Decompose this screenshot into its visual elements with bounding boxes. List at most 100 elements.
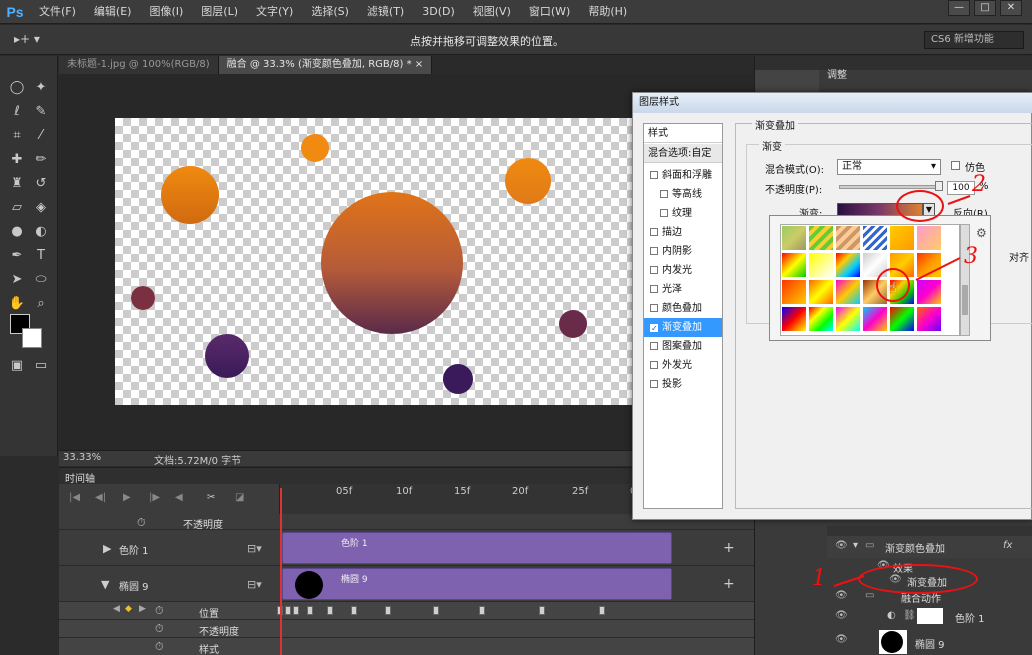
gradient-preset[interactable] <box>889 306 915 332</box>
gradient-preset[interactable] <box>916 306 942 332</box>
lasso-icon[interactable]: ℓ <box>6 102 28 122</box>
style-bevel-emboss[interactable]: 斜面和浮雕 <box>644 166 722 185</box>
keyframe[interactable] <box>599 606 605 615</box>
keyframe[interactable] <box>539 606 545 615</box>
checkbox-checked[interactable]: ✓ <box>650 324 658 333</box>
first-frame-icon[interactable]: |◀ <box>69 492 80 503</box>
tab-untitled[interactable]: 未标题-1.jpg @ 100%(RGB/8) <box>59 56 219 74</box>
gradient-preset[interactable] <box>916 225 942 251</box>
keyframe[interactable] <box>479 606 485 615</box>
gradient-preset[interactable] <box>862 225 888 251</box>
maximize-button[interactable]: □ <box>974 0 996 16</box>
next-frame-icon[interactable]: |▶ <box>149 492 160 503</box>
gradient-preset[interactable] <box>808 252 834 278</box>
keyframe[interactable] <box>351 606 357 615</box>
gear-icon[interactable]: ⚙ <box>976 226 987 240</box>
keyframe[interactable] <box>293 606 299 615</box>
pen-icon[interactable]: ✒ <box>6 246 28 266</box>
keyframe[interactable] <box>327 606 333 615</box>
menu-edit[interactable]: 编辑(E) <box>85 0 141 24</box>
menu-3d[interactable]: 3D(D) <box>413 0 464 24</box>
document-canvas[interactable] <box>115 118 695 405</box>
blur-icon[interactable]: ● <box>6 222 28 242</box>
layer-levels[interactable]: 👁 ◐ ⛓ 色阶 1 <box>827 606 1032 628</box>
bucket-icon[interactable]: ◈ <box>30 198 52 218</box>
checkbox[interactable] <box>660 190 668 198</box>
scissors-icon[interactable]: ✂ <box>207 492 215 503</box>
styles-header[interactable]: 样式 <box>644 124 722 143</box>
picker-scrollbar[interactable] <box>960 224 970 336</box>
checkbox[interactable] <box>660 209 668 217</box>
hand-icon[interactable]: ✋ <box>6 294 28 314</box>
gradient-preset[interactable] <box>781 306 807 332</box>
style-pattern-overlay[interactable]: 图案叠加 <box>644 337 722 356</box>
style-color-overlay[interactable]: 颜色叠加 <box>644 299 722 318</box>
move-tool-preset[interactable]: ▸+ ▾ <box>14 32 40 46</box>
keyframe[interactable] <box>385 606 391 615</box>
zoom-icon[interactable]: ⌕ <box>30 294 52 314</box>
blending-options[interactable]: 混合选项:自定 <box>644 144 722 163</box>
style-texture[interactable]: 纹理 <box>644 204 722 223</box>
ellipse-track[interactable]: 椭圆 9 <box>282 568 672 600</box>
keyframe[interactable] <box>307 606 313 615</box>
style-outer-glow[interactable]: 外发光 <box>644 356 722 375</box>
menu-type[interactable]: 文字(Y) <box>247 0 302 24</box>
film-icon[interactable]: ⊟▾ <box>247 542 262 555</box>
opacity-input[interactable]: 100 <box>947 181 975 195</box>
opacity-slider-knob[interactable] <box>935 181 943 191</box>
gradient-preset[interactable] <box>916 252 942 278</box>
playhead[interactable] <box>280 488 282 655</box>
visibility-eye-icon[interactable]: 👁 <box>835 634 848 645</box>
play-icon[interactable]: ▶ <box>123 492 131 503</box>
keyframe[interactable] <box>433 606 439 615</box>
gradient-preset[interactable] <box>916 279 942 305</box>
background-color[interactable] <box>22 328 42 348</box>
gradient-preset[interactable] <box>808 306 834 332</box>
gradient-preset[interactable] <box>889 225 915 251</box>
minimize-button[interactable]: — <box>948 0 970 16</box>
keyframe-icon[interactable]: ◆ <box>125 604 132 614</box>
transition-icon[interactable]: ◪ <box>235 492 244 503</box>
eraser-icon[interactable]: ▱ <box>6 198 28 218</box>
quick-select-icon[interactable]: ✎ <box>30 102 52 122</box>
menu-view[interactable]: 视图(V) <box>464 0 520 24</box>
checkbox[interactable] <box>650 266 658 274</box>
quick-mask-icon[interactable]: ▣ <box>6 356 28 376</box>
gradient-preset[interactable] <box>835 279 861 305</box>
style-inner-glow[interactable]: 内发光 <box>644 261 722 280</box>
close-button[interactable]: ✕ <box>1000 0 1022 16</box>
keyframe[interactable] <box>285 606 291 615</box>
gradient-preset[interactable] <box>862 306 888 332</box>
collapse-arrow-icon[interactable]: ▼ <box>101 578 109 591</box>
visibility-eye-icon[interactable]: 👁 <box>835 610 848 621</box>
audio-icon[interactable]: ◀ <box>175 492 183 503</box>
type-icon[interactable]: T <box>30 246 52 266</box>
style-drop-shadow[interactable]: 投影 <box>644 375 722 394</box>
checkbox[interactable] <box>650 380 658 388</box>
gradient-preset[interactable] <box>835 252 861 278</box>
next-keyframe-icon[interactable]: ▶ <box>139 604 146 614</box>
dialog-title[interactable]: 图层样式 <box>633 93 1032 113</box>
style-inner-shadow[interactable]: 内阴影 <box>644 242 722 261</box>
eyedropper-icon[interactable]: ⁄ <box>30 126 52 146</box>
checkbox[interactable] <box>650 171 658 179</box>
menu-select[interactable]: 选择(S) <box>302 0 358 24</box>
document-size[interactable]: 文档:5.72M/0 字节 <box>154 452 241 467</box>
ellipse-icon[interactable]: ⬭ <box>30 270 52 290</box>
style-gradient-overlay[interactable]: ✓ 渐变叠加 <box>644 318 722 337</box>
menu-window[interactable]: 窗口(W) <box>520 0 579 24</box>
gradient-preset[interactable] <box>835 306 861 332</box>
checkbox[interactable] <box>650 228 658 236</box>
checkbox[interactable] <box>650 342 658 350</box>
add-media-icon[interactable]: + <box>723 576 735 592</box>
align-label[interactable]: 对齐 <box>1009 249 1029 264</box>
workspace-select[interactable]: CS6 新增功能 <box>924 31 1024 49</box>
path-select-icon[interactable]: ➤ <box>6 270 28 290</box>
scrollbar-thumb[interactable] <box>962 285 968 315</box>
style-contour[interactable]: 等高线 <box>644 185 722 204</box>
dither-checkbox[interactable] <box>951 161 960 170</box>
menu-layer[interactable]: 图层(L) <box>192 0 247 24</box>
layer-ellipse[interactable]: 👁 椭圆 9 <box>827 630 1032 654</box>
layer-group-gradient[interactable]: 👁 ▾ ▭ 渐变颜色叠加 fx <box>827 536 1032 558</box>
stamp-icon[interactable]: ♜ <box>6 174 28 194</box>
